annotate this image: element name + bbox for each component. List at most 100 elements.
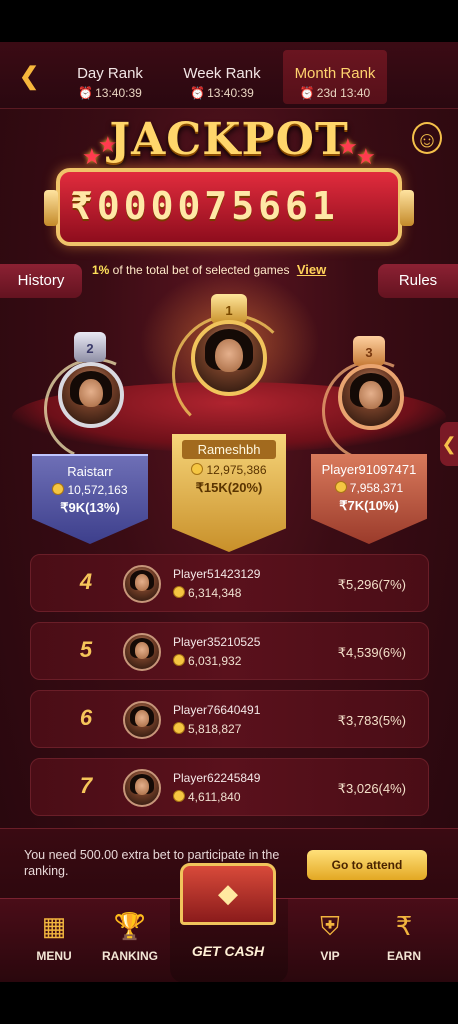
avatar (123, 633, 161, 671)
tab-timer: ⏰ 13:40:39 (58, 86, 162, 100)
rank-number: 4 (79, 569, 93, 594)
nav-label: GET CASH (191, 943, 265, 959)
tab-label: Day Rank (77, 65, 143, 82)
history-button[interactable]: History (0, 264, 82, 298)
avatar-face (135, 778, 149, 795)
avatar (123, 701, 161, 739)
tab-timer: ⏰ 23d 13:40 (283, 86, 387, 100)
nav-earn[interactable]: ₹ EARN (364, 909, 444, 963)
nav-label: EARN (386, 949, 421, 963)
chevron-left-icon[interactable]: ❮ (440, 422, 458, 466)
player-name: Raistarr (67, 464, 113, 479)
nav-label: VIP (320, 949, 340, 963)
rules-button[interactable]: Rules (378, 264, 458, 298)
player-name: Player76640491 (173, 703, 261, 717)
player-prize: ₹15K(20%) (195, 480, 263, 495)
avatar-rank-1[interactable] (191, 320, 267, 396)
alarm-clock-icon: ⏰ (190, 86, 206, 100)
jackpot-counter: ₹000075661 (44, 168, 414, 246)
coin-icon (334, 481, 347, 493)
jackpot-percent: 1% (92, 263, 110, 277)
player-prize: ₹5,296(7%) (337, 577, 406, 592)
tab-day-rank[interactable]: Day Rank ⏰ 13:40:39 (58, 50, 162, 104)
player-score: 4,611,840 (173, 790, 241, 804)
avatar-face (135, 574, 149, 591)
score-value: 6,031,932 (188, 654, 242, 668)
podium-card-rank-3[interactable]: Player91097471 7,958,371 ₹7K(10%) (311, 454, 427, 544)
score-value: 6,314,348 (188, 586, 242, 600)
player-name: Player62245849 (173, 771, 261, 785)
tab-timer: ⏰ 13:40:39 (170, 86, 274, 100)
tab-label: Week Rank (183, 65, 261, 82)
coin-icon (173, 790, 185, 802)
player-prize: ₹4,539(6%) (337, 645, 406, 660)
score-value: 5,818,827 (188, 722, 242, 736)
player-prize: ₹3,026(4%) (337, 781, 406, 796)
tab-time-value: 23d 13:40 (316, 86, 371, 100)
rank-row[interactable]: 5 Player35210525 6,031,932 ₹4,539(6%) (30, 622, 429, 680)
bottom-nav: ▦ MENU 🏆 RANKING ◆ GET CASH ⛨ VIP ₹ EARN (0, 863, 458, 982)
player-score: 7,958,371 (311, 481, 427, 495)
back-arrow-icon[interactable]: ❮ (14, 62, 44, 92)
jackpot-amount: ₹000075661 (70, 184, 339, 228)
nav-label: RANKING (102, 949, 158, 963)
nav-ranking[interactable]: 🏆 RANKING (90, 909, 170, 963)
player-score: 10,572,163 (32, 483, 148, 497)
avatar-rank-2[interactable] (58, 362, 124, 428)
player-score: 6,031,932 (173, 654, 241, 668)
alarm-clock-icon: ⏰ (78, 86, 94, 100)
crown-icon-rank-2: 2 (74, 332, 106, 362)
avatar-face (135, 642, 149, 659)
tab-week-rank[interactable]: Week Rank ⏰ 13:40:39 (170, 50, 274, 104)
tab-label: Month Rank (294, 65, 376, 82)
rank-row[interactable]: 7 Player62245849 4,611,840 ₹3,026(4%) (30, 758, 429, 816)
nav-label: MENU (36, 949, 72, 963)
avatar-face (215, 338, 243, 372)
nav-vip[interactable]: ⛨ VIP (290, 909, 370, 963)
rank-number: 6 (79, 705, 93, 730)
player-name: Rameshbh (182, 440, 276, 459)
podium-card-rank-2[interactable]: Raistarr 10,572,163 ₹9K(13%) (32, 454, 148, 544)
grid-menu-icon: ▦ (41, 911, 67, 941)
podium-card-rank-1[interactable]: Rameshbh 12,975,386 ₹15K(20%) (172, 434, 286, 552)
player-prize: ₹9K(13%) (60, 500, 120, 515)
player-score: 12,975,386 (172, 463, 286, 477)
score-value: 12,975,386 (206, 463, 267, 477)
player-prize: ₹7K(10%) (339, 498, 399, 513)
star-icon: ★ (356, 144, 376, 169)
go-to-attend-button[interactable]: Go to attend (307, 850, 427, 880)
coin-icon (173, 722, 185, 734)
avatar-face (135, 710, 149, 727)
crown-icon-rank-3: 3 (353, 336, 385, 366)
nav-menu[interactable]: ▦ MENU (14, 909, 94, 963)
avatar-rank-3[interactable] (338, 364, 404, 430)
tab-month-rank[interactable]: Month Rank ⏰ 23d 13:40 (283, 50, 387, 104)
alarm-clock-icon: ⏰ (299, 86, 315, 100)
coin-icon (173, 654, 185, 666)
rank-number: 5 (79, 637, 93, 662)
avatar (123, 769, 161, 807)
nav-get-cash[interactable]: ◆ GET CASH (168, 863, 288, 979)
user-gift-icon[interactable]: ☺ (412, 122, 442, 154)
player-name: Player35210525 (173, 635, 261, 649)
coin-icon (52, 483, 65, 495)
app-screen: ❮ Day Rank ⏰ 13:40:39 Week Rank ⏰ 13:40:39… (0, 42, 458, 982)
top-bar: ❮ Day Rank ⏰ 13:40:39 Week Rank ⏰ 13:40:39… (0, 42, 458, 109)
avatar-face (79, 378, 103, 407)
avatar-face (359, 380, 383, 409)
player-name: Player51423129 (173, 567, 261, 581)
rank-row[interactable]: 4 Player51423129 6,314,348 ₹5,296(7%) (30, 554, 429, 612)
rank-row[interactable]: 6 Player76640491 5,818,827 ₹3,783(5%) (30, 690, 429, 748)
score-value: 4,611,840 (188, 790, 241, 804)
treasure-chest-icon: ◆ (180, 863, 276, 925)
tab-time-value: 13:40:39 (207, 86, 254, 100)
tab-time-value: 13:40:39 (95, 86, 142, 100)
vip-shield-icon: ⛨ (320, 911, 340, 941)
player-prize: ₹3,783(5%) (337, 713, 406, 728)
player-name: Player91097471 (321, 462, 417, 477)
player-score: 5,818,827 (173, 722, 241, 736)
coin-icon (191, 463, 204, 475)
coin-icon (173, 586, 185, 598)
avatar (123, 565, 161, 603)
score-value: 7,958,371 (349, 481, 404, 495)
